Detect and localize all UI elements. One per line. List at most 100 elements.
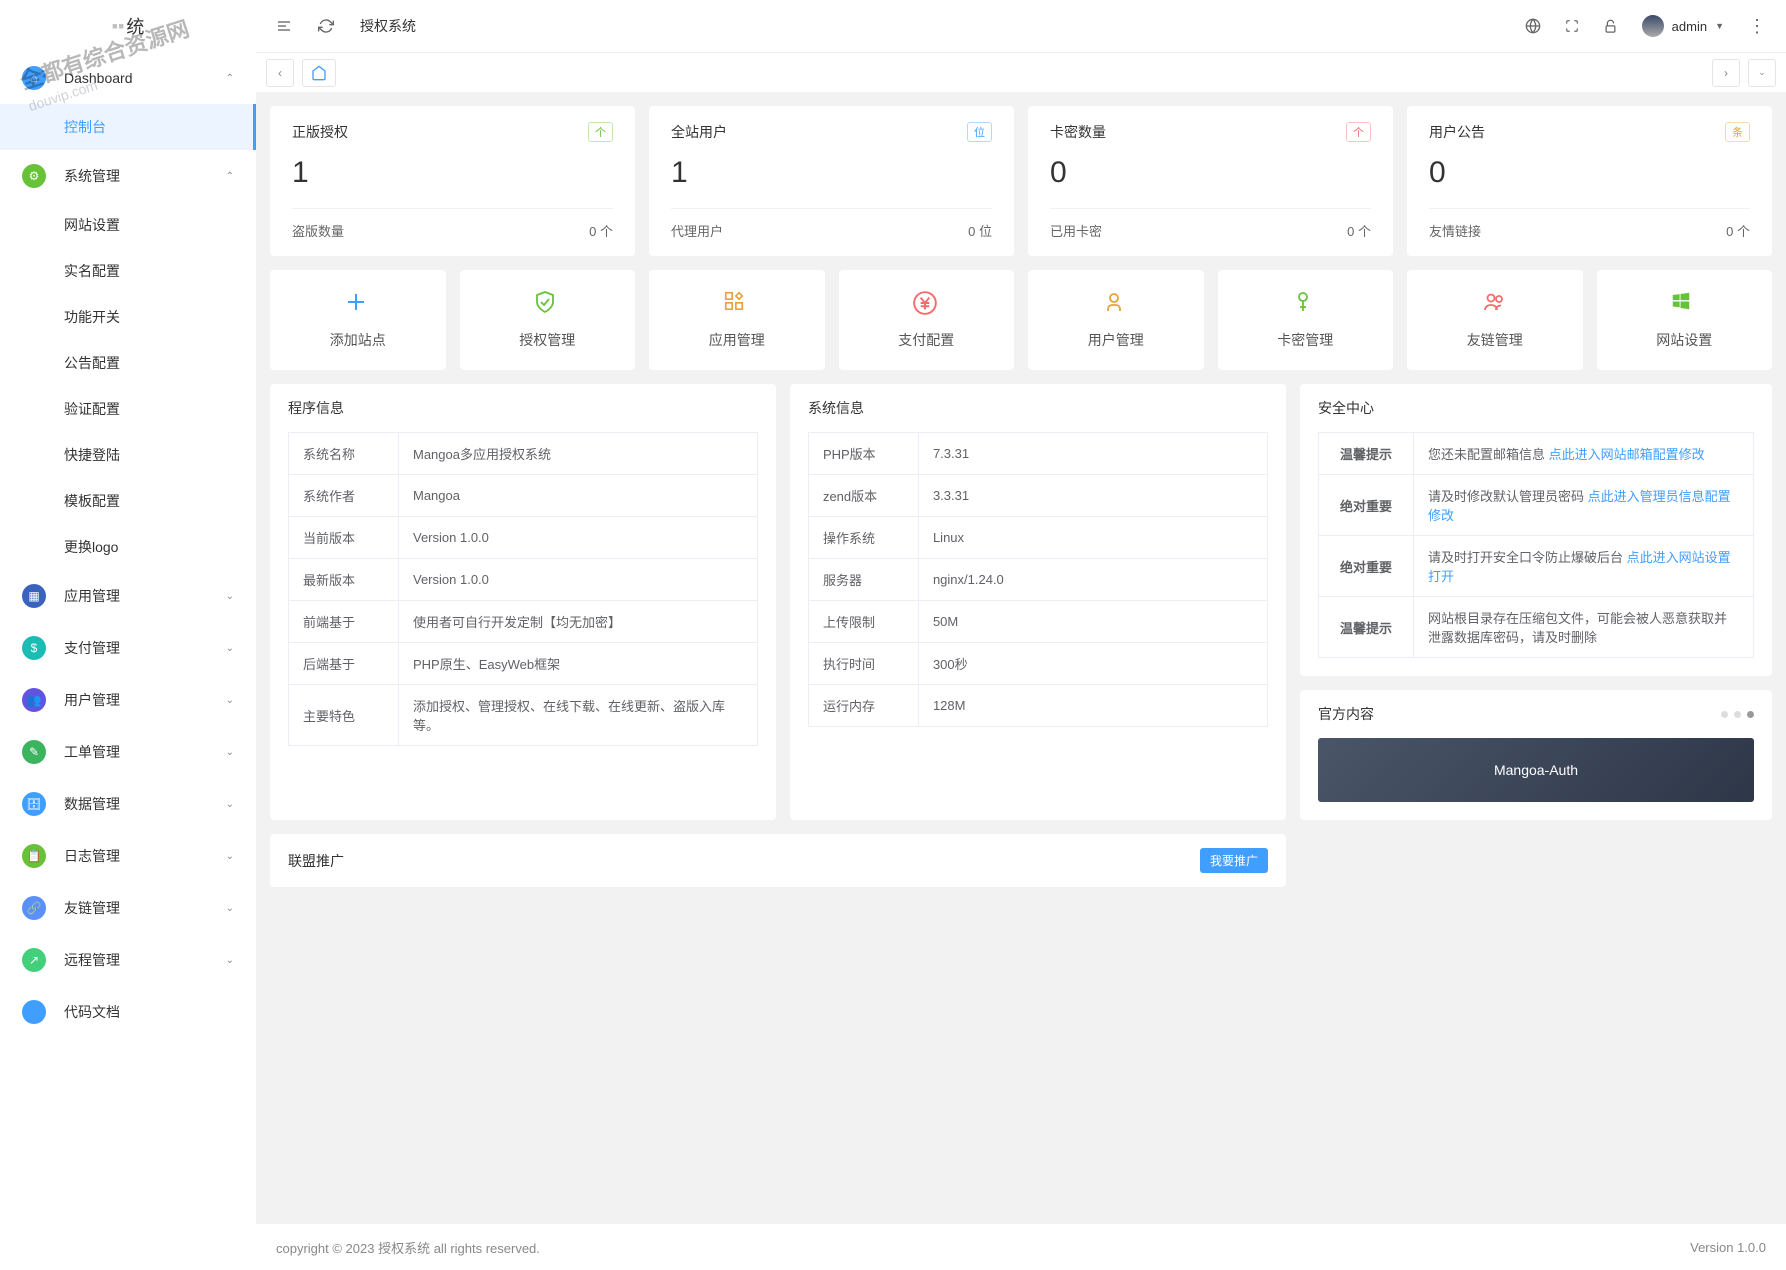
nav-group-label: 支付管理 bbox=[64, 638, 226, 658]
table-row: 上传限制50M bbox=[808, 601, 1267, 643]
stat-value: 1 bbox=[292, 156, 613, 190]
stat-value: 1 bbox=[671, 156, 992, 190]
windows-icon bbox=[1670, 290, 1698, 318]
tab-home[interactable] bbox=[302, 59, 336, 87]
tabs-next-button[interactable]: › bbox=[1712, 59, 1740, 87]
nav-item[interactable]: 验证配置 bbox=[0, 386, 256, 432]
nav-group-8[interactable]: 🔗友链管理⌄ bbox=[0, 882, 256, 934]
official-banner[interactable]: Mangoa-Auth bbox=[1318, 738, 1754, 802]
nav-item[interactable]: 网站设置 bbox=[0, 202, 256, 248]
info-value: Linux bbox=[918, 517, 1267, 559]
nav-icon: ↗ bbox=[22, 948, 46, 972]
nav-group-label: 应用管理 bbox=[64, 586, 226, 606]
action-card-user[interactable]: 用户管理 bbox=[1028, 270, 1204, 370]
nav-item[interactable]: 更换logo bbox=[0, 524, 256, 570]
security-text: 您还未配置邮箱信息 点此进入网站邮箱配置修改 bbox=[1414, 433, 1754, 475]
menu-toggle-icon[interactable] bbox=[276, 18, 292, 34]
stat-card: 用户公告条0友情链接0 个 bbox=[1407, 106, 1772, 256]
action-label: 友链管理 bbox=[1467, 330, 1523, 350]
action-card-yen[interactable]: 支付配置 bbox=[839, 270, 1015, 370]
nav-group-label: 系统管理 bbox=[64, 166, 226, 186]
action-card-windows[interactable]: 网站设置 bbox=[1597, 270, 1773, 370]
apps-icon bbox=[723, 290, 751, 318]
action-label: 支付配置 bbox=[898, 330, 954, 350]
security-link[interactable]: 点此进入管理员信息配置修改 bbox=[1428, 489, 1731, 523]
info-key: 最新版本 bbox=[289, 559, 399, 601]
action-card-apps[interactable]: 应用管理 bbox=[649, 270, 825, 370]
footer: copyright © 2023 授权系统 all rights reserve… bbox=[256, 1224, 1786, 1270]
chevron-up-icon: ⌃ bbox=[226, 171, 234, 182]
nav-group-1[interactable]: ⚙系统管理⌃ bbox=[0, 150, 256, 202]
nav-group-label: 远程管理 bbox=[64, 950, 226, 970]
panel-title: 程序信息 bbox=[270, 384, 776, 432]
nav-group-5[interactable]: ✎工单管理⌄ bbox=[0, 726, 256, 778]
security-link[interactable]: 点此进入网站设置打开 bbox=[1428, 550, 1731, 584]
info-key: 主要特色 bbox=[289, 685, 399, 746]
stat-value: 0 bbox=[1429, 156, 1750, 190]
chevron-up-icon: ⌃ bbox=[226, 73, 234, 84]
nav-group-4[interactable]: 👥用户管理⌄ bbox=[0, 674, 256, 726]
logo: ▪▪统 bbox=[0, 0, 256, 52]
more-icon[interactable]: ⋮ bbox=[1748, 16, 1766, 37]
info-key: 操作系统 bbox=[808, 517, 918, 559]
table-row: 绝对重要请及时修改默认管理员密码 点此进入管理员信息配置修改 bbox=[1319, 475, 1754, 536]
action-label: 网站设置 bbox=[1656, 330, 1712, 350]
info-value: 添加授权、管理授权、在线下载、在线更新、盗版入库等。 bbox=[399, 685, 758, 746]
info-key: 系统名称 bbox=[289, 433, 399, 475]
nav-group-7[interactable]: 📋日志管理⌄ bbox=[0, 830, 256, 882]
stat-value: 0 bbox=[1050, 156, 1371, 190]
action-card-shield[interactable]: 授权管理 bbox=[460, 270, 636, 370]
nav-item[interactable]: 模板配置 bbox=[0, 478, 256, 524]
info-value: 7.3.31 bbox=[918, 433, 1267, 475]
action-label: 用户管理 bbox=[1088, 330, 1144, 350]
nav-item[interactable]: 控制台 bbox=[0, 104, 256, 150]
promo-panel: 联盟推广 我要推广 bbox=[270, 834, 1286, 887]
tabs-dropdown-button[interactable]: ⌄ bbox=[1748, 59, 1776, 87]
fullscreen-icon[interactable] bbox=[1565, 19, 1579, 33]
action-label: 添加站点 bbox=[330, 330, 386, 350]
nav-group-9[interactable]: ↗远程管理⌄ bbox=[0, 934, 256, 986]
lock-icon[interactable] bbox=[1603, 19, 1618, 34]
nav-group-6[interactable]: 🗄数据管理⌄ bbox=[0, 778, 256, 830]
nav-icon bbox=[22, 1000, 46, 1024]
nav-group-0[interactable]: ⌂ Dashboard⌃ bbox=[0, 52, 256, 104]
official-content-panel: 官方内容 Mangoa-Auth bbox=[1300, 690, 1772, 820]
nav-group-2[interactable]: ▦应用管理⌄ bbox=[0, 570, 256, 622]
program-info-panel: 程序信息 系统名称Mangoa多应用授权系统系统作者Mangoa当前版本Vers… bbox=[270, 384, 776, 820]
nav-item[interactable]: 公告配置 bbox=[0, 340, 256, 386]
promo-button[interactable]: 我要推广 bbox=[1200, 848, 1268, 873]
panel-title: 系统信息 bbox=[790, 384, 1286, 432]
user-menu[interactable]: admin ▼ bbox=[1642, 15, 1724, 37]
info-key: 上传限制 bbox=[808, 601, 918, 643]
nav-item[interactable]: 实名配置 bbox=[0, 248, 256, 294]
stat-sub-label: 代理用户 bbox=[671, 221, 723, 240]
tabs-prev-button[interactable]: ‹ bbox=[266, 59, 294, 87]
nav-item[interactable]: 快捷登陆 bbox=[0, 432, 256, 478]
panel-title: 联盟推广 bbox=[288, 851, 344, 871]
stat-badge: 位 bbox=[967, 122, 992, 142]
nav-group-3[interactable]: $支付管理⌄ bbox=[0, 622, 256, 674]
security-link[interactable]: 点此进入网站邮箱配置修改 bbox=[1549, 447, 1705, 462]
refresh-icon[interactable] bbox=[318, 18, 334, 34]
table-row: 服务器nginx/1.24.0 bbox=[808, 559, 1267, 601]
stat-sub-value: 0 个 bbox=[1726, 221, 1750, 240]
nav-group-label: Dashboard bbox=[64, 70, 226, 86]
nav-icon: ⌂ bbox=[22, 66, 46, 90]
carousel-dots[interactable] bbox=[1721, 711, 1754, 718]
plus-icon bbox=[344, 290, 372, 318]
action-card-users[interactable]: 友链管理 bbox=[1407, 270, 1583, 370]
action-label: 应用管理 bbox=[709, 330, 765, 350]
action-card-plus[interactable]: 添加站点 bbox=[270, 270, 446, 370]
globe-icon[interactable] bbox=[1525, 18, 1541, 34]
stat-sub-label: 友情链接 bbox=[1429, 221, 1481, 240]
info-key: 后端基于 bbox=[289, 643, 399, 685]
nav-group-label: 工单管理 bbox=[64, 742, 226, 762]
nav-item[interactable]: 功能开关 bbox=[0, 294, 256, 340]
nav-group-label: 日志管理 bbox=[64, 846, 226, 866]
info-key: 当前版本 bbox=[289, 517, 399, 559]
nav-group-10[interactable]: 代码文档 bbox=[0, 986, 256, 1038]
info-value: 使用者可自行开发定制【均无加密】 bbox=[399, 601, 758, 643]
table-row: 当前版本Version 1.0.0 bbox=[289, 517, 758, 559]
action-card-key[interactable]: 卡密管理 bbox=[1218, 270, 1394, 370]
table-row: 执行时间300秒 bbox=[808, 643, 1267, 685]
